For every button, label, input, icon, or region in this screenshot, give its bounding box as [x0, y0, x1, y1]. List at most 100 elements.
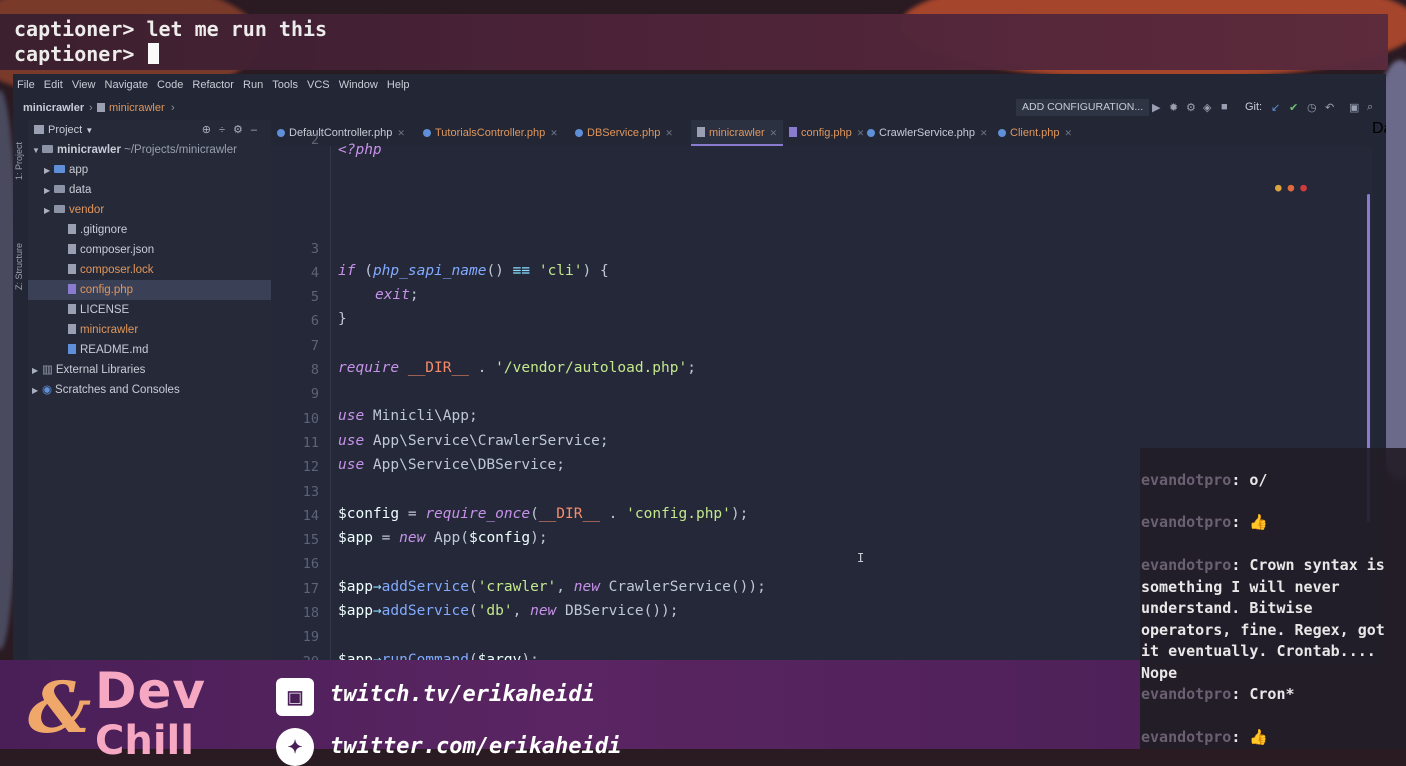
menu-view[interactable]: View	[72, 79, 96, 91]
chat-message: evandotpro: o/	[1141, 470, 1403, 492]
caption-line-2: captioner>	[14, 42, 160, 66]
keyword: new	[573, 579, 600, 595]
opera-icon[interactable]: ●	[1300, 181, 1313, 194]
close-icon[interactable]: ✕	[770, 128, 778, 138]
profile-icon[interactable]: ◈	[1203, 101, 1211, 114]
project-panel-header[interactable]: Project ▼	[34, 124, 93, 136]
close-icon[interactable]: ✕	[857, 128, 865, 138]
code-line: }	[338, 311, 347, 327]
caption-prompt: captioner>	[14, 42, 147, 66]
tree-item-composer-lock[interactable]: composer.lock	[28, 260, 271, 280]
tree-item-label: config.php	[80, 284, 134, 296]
variable: $app	[338, 579, 373, 595]
code-token: App\Service\CrawlerService;	[364, 433, 609, 449]
tree-item-app[interactable]: ▶ app	[28, 160, 271, 180]
stop-icon[interactable]: ■	[1221, 101, 1228, 113]
project-panel: Project ▼ ⊕÷⚙– ▼ minicrawler ~/Projects/m…	[28, 120, 271, 664]
chrome-icon[interactable]: ●	[1275, 181, 1288, 194]
add-configuration-button[interactable]: ADD CONFIGURATION...	[1016, 99, 1150, 116]
tree-item-gitignore[interactable]: .gitignore	[28, 220, 271, 240]
string-literal: 'db'	[477, 603, 513, 619]
tree-item-minicrawler[interactable]: minicrawler	[28, 320, 271, 340]
menu-tools[interactable]: Tools	[272, 79, 298, 91]
code-token: ) {	[582, 263, 609, 279]
tree-item-vendor[interactable]: ▶ vendor	[28, 200, 271, 220]
collapse-icon[interactable]: ÷	[219, 124, 233, 136]
tab-client[interactable]: Client.php ✕	[998, 120, 1072, 146]
menu-file[interactable]: File	[17, 79, 35, 91]
tree-item-external-libraries[interactable]: ▶ ▥ External Libraries	[28, 360, 271, 380]
breadcrumb-file[interactable]: minicrawler	[97, 102, 165, 114]
coverage-icon[interactable]: ⚙	[1186, 101, 1196, 114]
menu-vcs[interactable]: VCS	[307, 79, 330, 91]
keyword: exit	[375, 287, 410, 303]
menu-code[interactable]: Code	[157, 79, 183, 91]
keyword: if	[338, 263, 356, 279]
tree-item-scratches[interactable]: ▶ ◉ Scratches and Consoles	[28, 380, 271, 400]
code-token: (	[468, 579, 478, 595]
tree-item-config-php[interactable]: config.php	[28, 280, 271, 300]
close-icon[interactable]: ✕	[397, 128, 405, 138]
tree-item-data[interactable]: ▶ data	[28, 180, 271, 200]
close-icon[interactable]: ✕	[980, 128, 988, 138]
firefox-icon[interactable]: ●	[1288, 181, 1301, 194]
layout-icon[interactable]: ▣	[1349, 101, 1359, 114]
menu-bar: File Edit View Navigate Code Refactor Ru…	[13, 74, 1386, 96]
line-number: 10	[302, 411, 319, 427]
tab-crawlerservice[interactable]: CrawlerService.php ✕	[867, 120, 988, 146]
chevron-down-icon: ▼	[85, 126, 94, 135]
chevron-right-icon: ▶	[32, 366, 39, 375]
close-icon[interactable]: ✕	[665, 128, 673, 138]
tree-item-label: .gitignore	[80, 224, 128, 236]
breadcrumb-root[interactable]: minicrawler	[23, 102, 84, 114]
git-revert-icon[interactable]: ↶	[1325, 101, 1334, 114]
locate-icon[interactable]: ⊕	[202, 124, 219, 136]
line-number: 2	[310, 132, 319, 148]
close-icon[interactable]: ✕	[550, 128, 558, 138]
menu-help[interactable]: Help	[387, 79, 410, 91]
git-history-icon[interactable]: ◷	[1307, 101, 1317, 114]
php-open-tag: <?php	[338, 142, 382, 158]
variable: $config	[338, 506, 400, 522]
tab-label: TutorialsController.php	[435, 127, 546, 139]
line-number: 11	[302, 435, 319, 451]
search-icon[interactable]: ⌕	[1367, 101, 1373, 114]
code-token: ;	[409, 287, 419, 303]
gear-icon[interactable]: ⚙	[233, 124, 251, 136]
project-panel-tools: ⊕÷⚙–	[202, 123, 265, 136]
tree-item-readme[interactable]: README.md	[28, 340, 271, 360]
menu-window[interactable]: Window	[339, 79, 378, 91]
tool-window-project[interactable]: 1: Project	[14, 142, 24, 180]
tree-item-license[interactable]: LICENSE	[28, 300, 271, 320]
code-line: $config = require_once(__DIR__ . 'config…	[338, 506, 748, 522]
editor-tabs: DefaultController.php ✕ TutorialsControll…	[271, 120, 1372, 146]
code-line: <?php	[338, 142, 382, 158]
tool-window-database[interactable]: Database	[1372, 120, 1386, 137]
menu-refactor[interactable]: Refactor	[192, 79, 234, 91]
tab-dbservice[interactable]: DBService.php ✕	[575, 120, 673, 146]
tab-label: config.php	[801, 127, 852, 139]
close-icon[interactable]: ✕	[1065, 128, 1073, 138]
code-token: .	[468, 360, 496, 376]
menu-navigate[interactable]: Navigate	[105, 79, 148, 91]
git-update-icon[interactable]: ↙	[1271, 101, 1280, 114]
tab-config[interactable]: config.php ✕	[789, 120, 864, 146]
method-name: addService	[381, 603, 469, 619]
keyword: use	[338, 408, 365, 424]
tree-root[interactable]: ▼ minicrawler ~/Projects/minicrawler	[28, 140, 271, 160]
menu-edit[interactable]: Edit	[44, 79, 63, 91]
debug-icon[interactable]: ✹	[1169, 101, 1178, 114]
tab-tutorialscontroller[interactable]: TutorialsController.php ✕	[423, 120, 558, 146]
tree-item-composer-json[interactable]: composer.json	[28, 240, 271, 260]
git-commit-icon[interactable]: ✔	[1289, 101, 1298, 114]
variable: $config	[468, 530, 531, 546]
tool-window-structure[interactable]: Z: Structure	[14, 243, 24, 290]
code-token: (	[355, 263, 373, 279]
tab-label: minicrawler	[709, 127, 765, 139]
menu-run[interactable]: Run	[243, 79, 263, 91]
tab-minicrawler[interactable]: minicrawler ✕	[691, 120, 784, 146]
run-icon[interactable]: ▶	[1152, 101, 1160, 114]
constant: __DIR__	[538, 506, 600, 522]
minimize-icon[interactable]: –	[251, 124, 265, 136]
chat-text: : 👍	[1231, 513, 1269, 531]
